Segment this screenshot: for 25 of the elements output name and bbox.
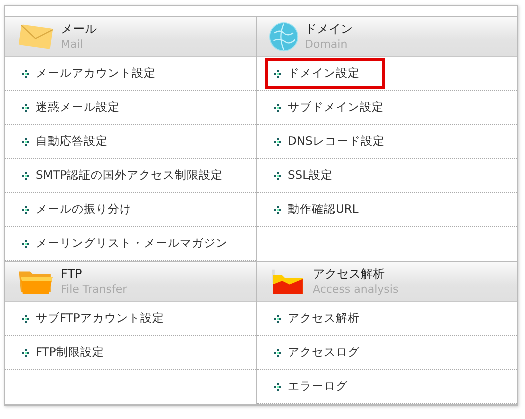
section-title: アクセス解析: [313, 266, 386, 282]
section-title: メール: [61, 22, 97, 36]
menu-link[interactable]: アクセスログ: [265, 337, 369, 368]
section-title: FTP: [61, 266, 84, 282]
menu-link[interactable]: メーリングリスト・メールマガジン: [13, 228, 237, 259]
menu-link[interactable]: 動作確認URL: [265, 194, 368, 225]
section-subtitle: Domain: [305, 36, 349, 52]
menu-link[interactable]: 迷惑メール設定: [13, 92, 129, 123]
menu-link[interactable]: FTP制限設定: [13, 337, 114, 368]
menu-link[interactable]: SMTP認証の国外アクセス制限設定: [13, 160, 232, 191]
menu-link[interactable]: ドメイン設定: [265, 58, 385, 89]
menu-link[interactable]: サブFTPアカウント設定: [13, 303, 174, 334]
section-subtitle: Mail: [61, 36, 84, 52]
globe-icon: [269, 22, 299, 52]
menu-link[interactable]: DNSレコード設定: [265, 126, 394, 157]
section-title: ドメイン: [305, 22, 353, 36]
section-subtitle: File Transfer: [61, 282, 128, 296]
section-subtitle: Access analysis: [313, 282, 399, 296]
menu-link[interactable]: サブドメイン設定: [265, 92, 393, 123]
menu-link[interactable]: メールアカウント設定: [13, 58, 165, 89]
menu-link[interactable]: アクセス解析: [265, 303, 369, 334]
menu-link[interactable]: メールの振り分け: [13, 194, 141, 225]
menu-link[interactable]: SSL設定: [265, 160, 342, 191]
menu-link[interactable]: エラーログ: [265, 371, 357, 402]
menu-link[interactable]: 自動応答設定: [13, 126, 117, 157]
